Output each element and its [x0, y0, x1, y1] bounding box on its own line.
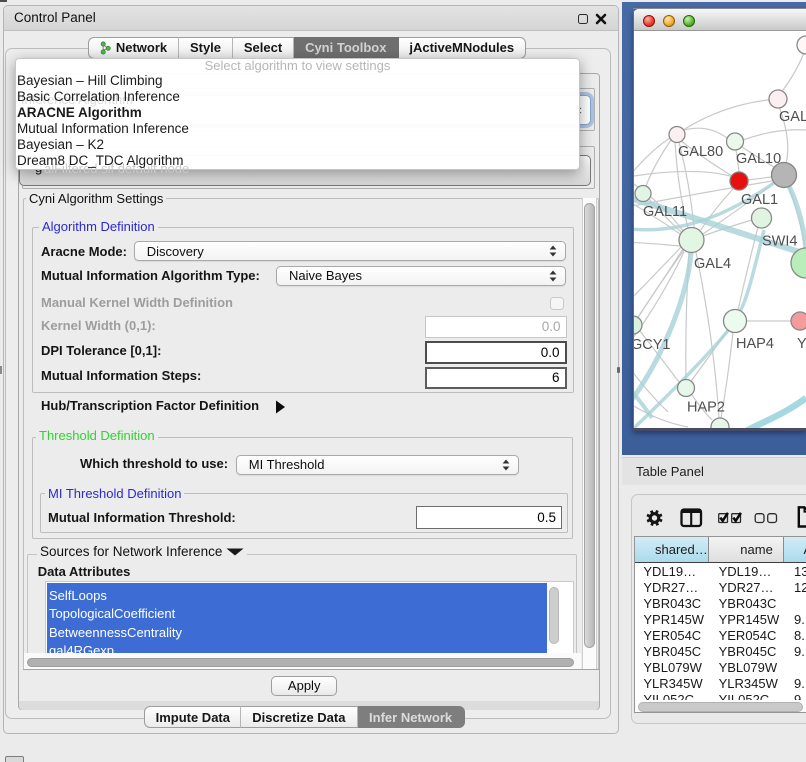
svg-text:SWI4: SWI4	[762, 234, 797, 250]
svg-text:HAP2: HAP2	[687, 400, 725, 416]
svg-text:GAL10: GAL10	[736, 151, 781, 167]
svg-text:GAL80: GAL80	[678, 144, 723, 160]
svg-text:HAP4: HAP4	[736, 336, 774, 352]
svg-text:GAL1: GAL1	[741, 192, 778, 208]
svg-text:GAL4: GAL4	[694, 256, 731, 272]
svg-text:GCY1: GCY1	[634, 337, 671, 353]
svg-text:GAL11: GAL11	[643, 204, 687, 220]
svg-text:YM: YM	[797, 336, 806, 352]
svg-text:GAL7: GAL7	[779, 109, 806, 125]
